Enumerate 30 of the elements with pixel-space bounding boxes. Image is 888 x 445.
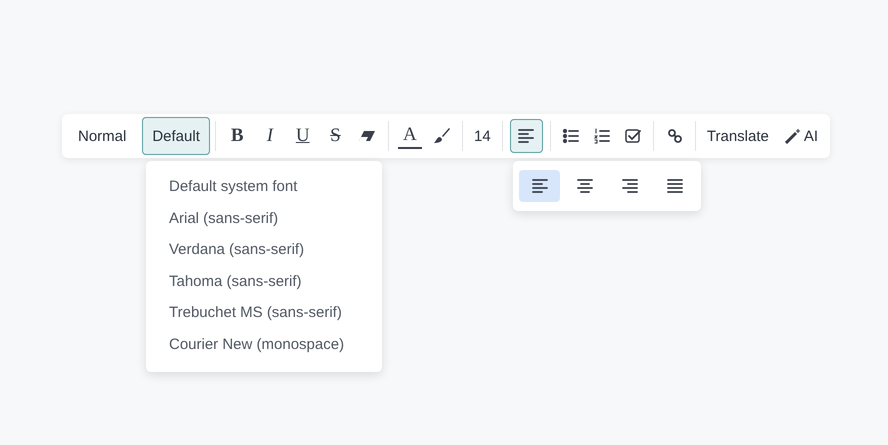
font-option[interactable]: Verdana (sans-serif)	[146, 234, 382, 266]
font-family-button[interactable]: Default	[142, 117, 210, 155]
align-center-icon	[576, 177, 594, 195]
bullet-list-icon	[562, 127, 580, 145]
paragraph-style-button[interactable]: Normal	[62, 117, 142, 155]
bold-button[interactable]: B	[224, 119, 250, 153]
magic-wand-icon	[784, 128, 801, 144]
checkbox-icon	[624, 127, 642, 145]
font-option[interactable]: Default system font	[146, 171, 382, 203]
translate-button[interactable]: Translate	[700, 117, 775, 155]
eraser-icon	[358, 130, 376, 142]
align-button[interactable]	[510, 119, 544, 153]
text-color-button[interactable]: A	[398, 123, 422, 149]
ai-button[interactable]: AI	[778, 117, 824, 155]
brush-icon	[432, 127, 451, 145]
font-size-button[interactable]: 14	[468, 117, 497, 155]
align-justify-icon	[666, 177, 684, 195]
font-option[interactable]: Trebuchet MS (sans-serif)	[146, 297, 382, 329]
align-left-option[interactable]	[519, 170, 560, 202]
underline-button[interactable]: U	[290, 119, 316, 153]
font-option[interactable]: Courier New (monospace)	[146, 328, 382, 361]
italic-button[interactable]: I	[258, 119, 282, 153]
align-right-icon	[620, 177, 638, 195]
align-left-icon	[517, 127, 536, 145]
align-left-icon	[530, 177, 548, 195]
font-option[interactable]: Arial (sans-serif)	[146, 202, 382, 234]
font-option[interactable]: Tahoma (sans-serif)	[146, 266, 382, 298]
link-icon	[666, 127, 684, 145]
strike-button[interactable]: S	[323, 119, 348, 153]
numbered-list-icon	[593, 127, 612, 145]
